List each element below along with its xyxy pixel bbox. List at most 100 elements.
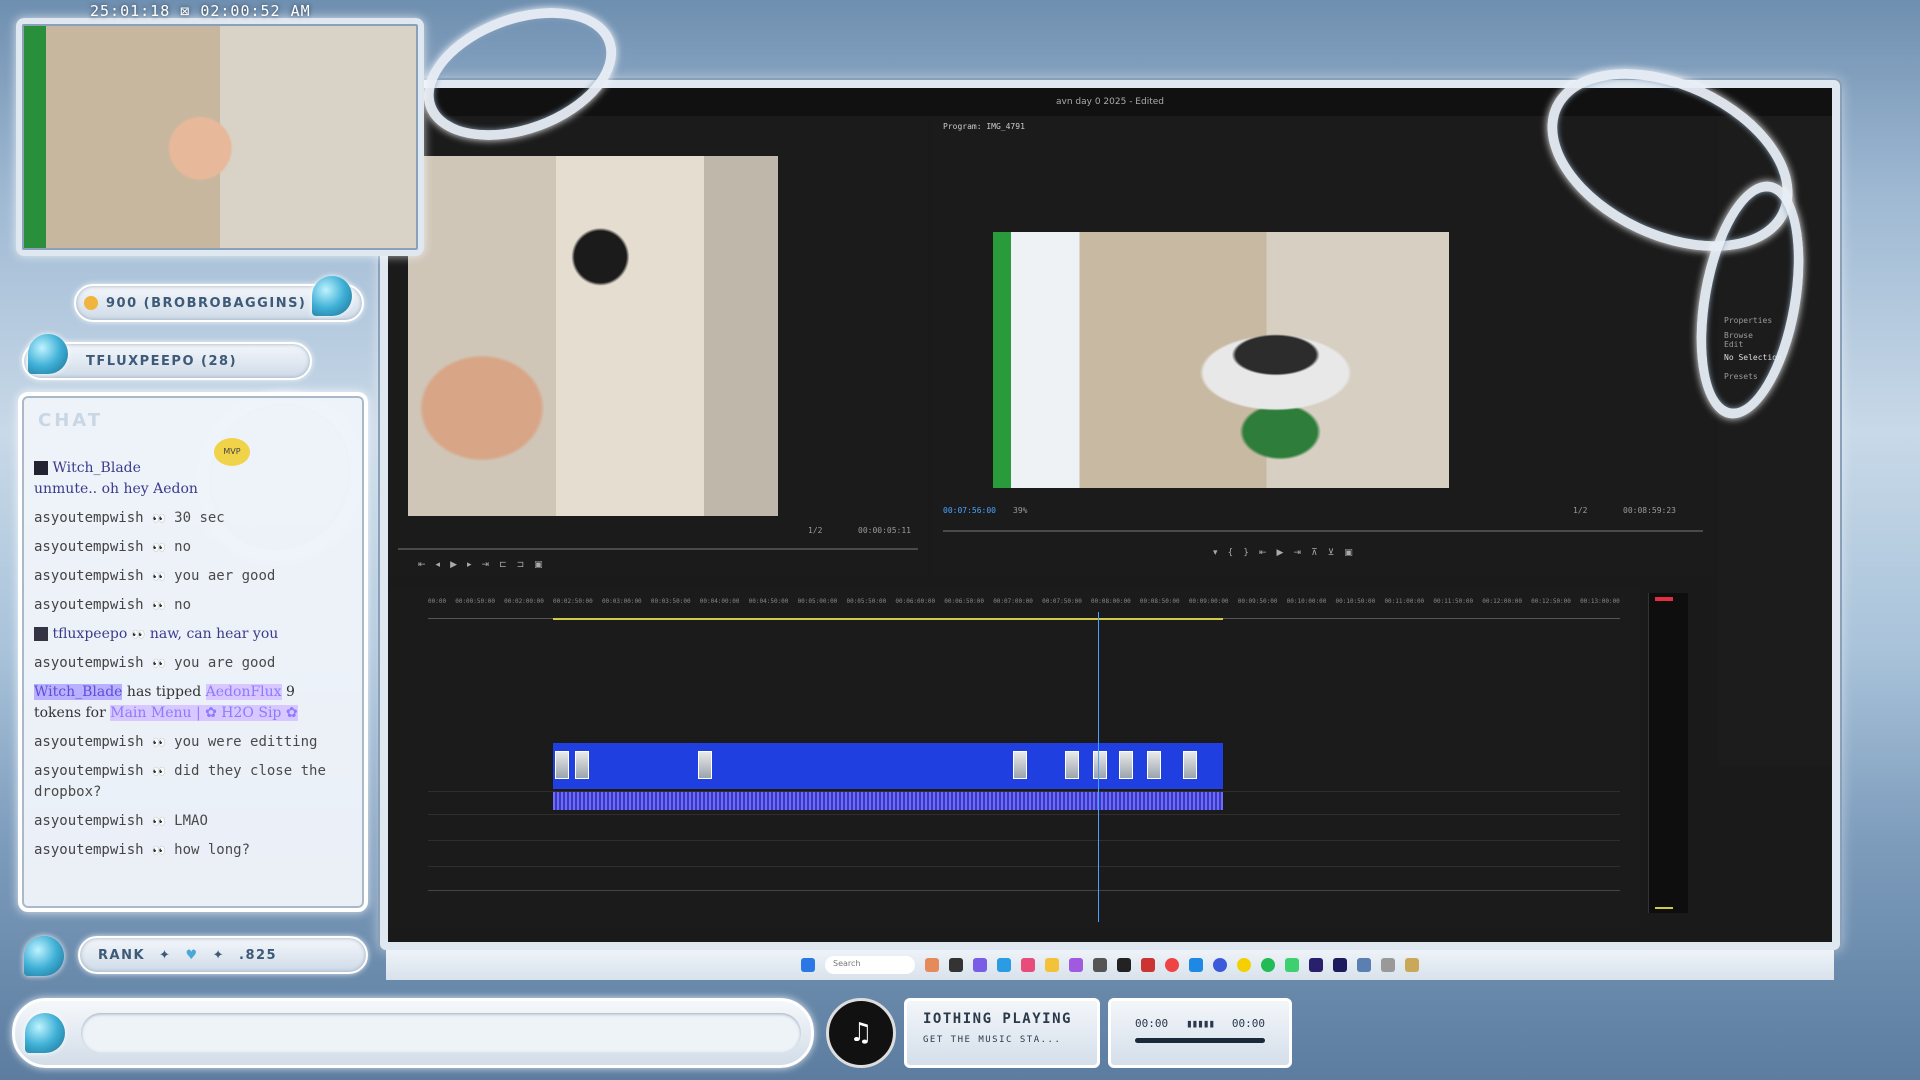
source-zoom[interactable]: 1/2: [808, 526, 822, 535]
camera-icon[interactable]: ▣: [534, 560, 543, 570]
chat-username[interactable]: asyoutempwish: [34, 734, 144, 750]
source-monitor: 1/2 00:00:05:11 ⇤ ◂ ▶ ▸ ⇥ ⊏ ⊐ ▣: [388, 116, 928, 576]
rank-value: .825: [239, 947, 278, 963]
ruler-tick: 00:11:00:00: [1384, 598, 1425, 605]
music-time-start: 00:00: [1135, 1017, 1169, 1030]
app-icon[interactable]: [1117, 958, 1131, 972]
ruler-tick: 00:02:50:00: [553, 598, 593, 605]
app-icon[interactable]: [1333, 958, 1347, 972]
chat-text: LMAO: [174, 813, 208, 829]
eyes-emote-icon: 👀: [152, 541, 166, 554]
step-back-icon[interactable]: ⇤: [1259, 548, 1267, 558]
chrome-icon[interactable]: [1165, 958, 1179, 972]
play-icon[interactable]: ▶: [1277, 548, 1284, 558]
chat-username[interactable]: asyoutempwish: [34, 842, 144, 858]
lift-icon[interactable]: ⊼: [1311, 548, 1318, 558]
program-fraction[interactable]: 1/2: [1573, 506, 1587, 515]
chat-header: CHAT: [38, 410, 104, 431]
ruler-tick: 00:02:00:00: [504, 598, 544, 605]
source-scrubber[interactable]: [398, 548, 918, 550]
app-icon[interactable]: [1069, 958, 1083, 972]
eyes-emote-icon: 👀: [131, 628, 146, 641]
ruler-tick: 00:09:50:00: [1237, 598, 1278, 605]
recent-follower-text: TFLUXPEEPO (28): [86, 353, 238, 369]
chat-username[interactable]: asyoutempwish: [34, 813, 144, 829]
chat-text: you aer good: [174, 568, 276, 584]
app-icon[interactable]: [949, 958, 963, 972]
app-icon[interactable]: [1189, 958, 1203, 972]
app-icon[interactable]: [1405, 958, 1419, 972]
app-icon[interactable]: [1357, 958, 1371, 972]
ruler-tick: 00:07:00:00: [993, 598, 1033, 605]
step-forward-icon[interactable]: ▸: [467, 560, 472, 570]
audio-clip-track[interactable]: [553, 792, 1223, 810]
gem-icon: [25, 1013, 65, 1053]
app-icon[interactable]: [1093, 958, 1107, 972]
tip-recipient[interactable]: AedonFlux: [205, 684, 282, 700]
ruler-tick: 00:12:50:00: [1531, 598, 1571, 605]
rewind-icon[interactable]: ◂: [436, 560, 441, 570]
taskbar-search[interactable]: Search: [825, 956, 915, 974]
chat-avatar-icon: [34, 627, 48, 641]
chat-username[interactable]: asyoutempwish: [34, 597, 144, 613]
chat-username[interactable]: asyoutempwish: [34, 568, 144, 584]
app-icon[interactable]: [1141, 958, 1155, 972]
audio-meter: [1648, 593, 1688, 913]
chat-username[interactable]: asyoutempwish: [34, 510, 144, 526]
chat-text: no: [174, 597, 192, 613]
extract-icon[interactable]: ⊻: [1328, 548, 1335, 558]
app-icon[interactable]: [1285, 958, 1299, 972]
chat-message: asyoutempwish 👀 you were editting: [34, 732, 356, 753]
timeline-ruler[interactable]: 00:00 00:00:50:00 00:02:00:00 00:02:50:00 00…: [428, 598, 1620, 612]
app-icon[interactable]: [1237, 958, 1251, 972]
video-clip-track[interactable]: [553, 743, 1223, 789]
sparkle-icon: ✦: [212, 947, 225, 963]
chat-username[interactable]: asyoutempwish: [34, 763, 144, 779]
work-area-bar[interactable]: [553, 618, 1223, 620]
tipper-name[interactable]: Witch_Blade: [34, 684, 123, 700]
chat-message: asyoutempwish 👀 30 sec: [34, 508, 356, 529]
in-point-icon[interactable]: {: [1228, 548, 1234, 558]
bottom-input-bar[interactable]: [12, 998, 814, 1068]
chat-username[interactable]: Witch_Blade: [52, 460, 140, 476]
music-progress-bar[interactable]: [1135, 1038, 1265, 1043]
tip-notification: Witch_Blade has tipped AedonFlux 9 token…: [34, 682, 356, 724]
ruler-tick: 00:10:50:00: [1335, 598, 1376, 605]
timeline-panel: 00:00 00:00:50:00 00:02:00:00 00:02:50:00 00…: [388, 588, 1640, 928]
chat-username[interactable]: tfluxpeepo: [52, 626, 127, 642]
ruler-tick: 00:04:00:00: [699, 598, 740, 605]
chat-username[interactable]: asyoutempwish: [34, 539, 144, 555]
folder-icon[interactable]: [1045, 958, 1059, 972]
program-zoom[interactable]: 39%: [1013, 506, 1027, 515]
forward-end-icon[interactable]: ⇥: [482, 560, 490, 570]
app-icon[interactable]: [997, 958, 1011, 972]
out-point-icon[interactable]: }: [1243, 548, 1249, 558]
windows-start-icon[interactable]: [801, 958, 815, 972]
chat-username[interactable]: asyoutempwish: [34, 655, 144, 671]
app-icon[interactable]: [925, 958, 939, 972]
export-frame-icon[interactable]: ▣: [1344, 548, 1353, 558]
music-note-icon[interactable]: ♫: [826, 998, 896, 1068]
overwrite-icon[interactable]: ⊐: [517, 560, 525, 570]
step-back-icon[interactable]: ⇤: [418, 560, 426, 570]
program-timecode: 00:07:56:00: [943, 506, 996, 515]
tip-menu-item[interactable]: Main Menu | ✿ H2O Sip ✿: [110, 705, 298, 721]
playhead[interactable]: [1098, 612, 1099, 922]
chat-text: you are good: [174, 655, 276, 671]
app-icon[interactable]: [1021, 958, 1035, 972]
ruler-tick: 00:12:00:00: [1482, 598, 1522, 605]
source-transport: ⇤ ◂ ▶ ▸ ⇥ ⊏ ⊐ ▣: [418, 558, 543, 572]
tip-text: has tipped: [126, 684, 202, 700]
app-icon[interactable]: [1213, 958, 1227, 972]
app-icon[interactable]: [973, 958, 987, 972]
step-forward-icon[interactable]: ⇥: [1293, 548, 1301, 558]
now-playing-subtitle: GET THE MUSIC STA...: [923, 1035, 1062, 1045]
insert-icon[interactable]: ⊏: [499, 560, 507, 570]
program-scrubber[interactable]: [943, 530, 1703, 532]
ruler-tick: 00:05:00:00: [797, 598, 838, 605]
app-icon[interactable]: [1261, 958, 1275, 972]
marker-icon[interactable]: ▾: [1213, 548, 1218, 558]
play-icon[interactable]: ▶: [450, 560, 457, 570]
app-icon[interactable]: [1381, 958, 1395, 972]
premiere-icon[interactable]: [1309, 958, 1323, 972]
